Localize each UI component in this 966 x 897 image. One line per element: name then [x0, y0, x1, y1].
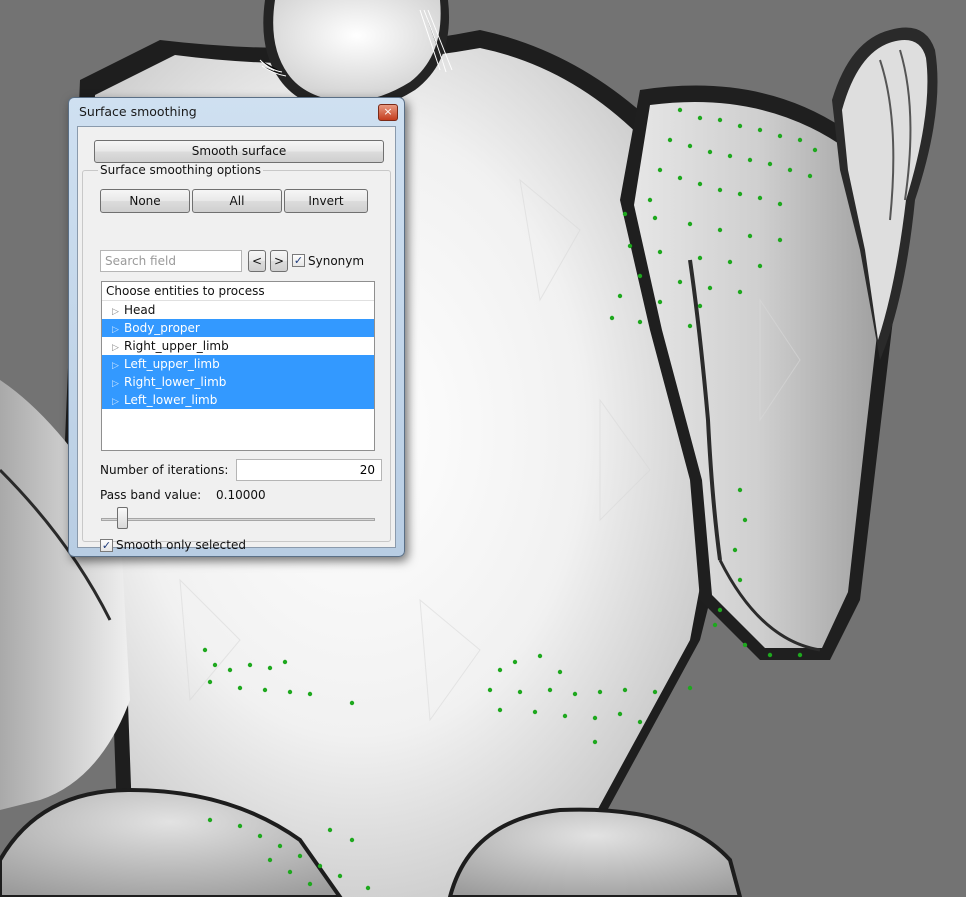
check-icon: ✓ [101, 539, 112, 552]
close-icon: × [383, 105, 393, 118]
tree-item-label: Right_upper_limb [124, 339, 229, 353]
group-label: Surface smoothing options [98, 163, 264, 177]
expand-triangle-icon[interactable]: ▷ [112, 393, 124, 411]
search-input[interactable]: Search field [100, 250, 242, 272]
dialog-title: Surface smoothing [79, 104, 197, 119]
smooth-only-selected-label: Smooth only selected [116, 538, 246, 552]
invert-button[interactable]: Invert [284, 189, 368, 213]
check-icon: ✓ [293, 254, 304, 267]
all-button[interactable]: All [192, 189, 282, 213]
pass-band-value: 0.10000 [216, 488, 266, 502]
tree-item-left-lower-limb[interactable]: ▷ Left_lower_limb [102, 391, 374, 409]
tree-item-label: Head [124, 303, 156, 317]
dialog-titlebar[interactable]: Surface smoothing × [69, 98, 404, 126]
smooth-surface-button[interactable]: Smooth surface [94, 140, 384, 163]
dialog-body: Smooth surface Surface smoothing options… [77, 126, 396, 552]
none-button[interactable]: None [100, 189, 190, 213]
pass-band-label: Pass band value: [100, 488, 202, 502]
tree-header: Choose entities to process [102, 282, 374, 301]
next-button[interactable]: > [270, 250, 288, 272]
tree-item-head[interactable]: ▷ Head [102, 301, 374, 319]
pass-band-slider-track[interactable] [101, 518, 375, 521]
tree-item-right-upper-limb[interactable]: ▷ Right_upper_limb [102, 337, 374, 355]
tree-item-right-lower-limb[interactable]: ▷ Right_lower_limb [102, 373, 374, 391]
entity-tree[interactable]: Choose entities to process ▷ Head ▷ Body_p… [101, 281, 375, 451]
tree-item-body-proper[interactable]: ▷ Body_proper [102, 319, 374, 337]
iterations-label: Number of iterations: [100, 463, 229, 477]
surface-smoothing-dialog[interactable]: Surface smoothing × Smooth surface Surfa… [68, 97, 405, 557]
iterations-input[interactable]: 20 [236, 459, 382, 481]
tree-item-label: Body_proper [124, 321, 200, 335]
smooth-only-selected-checkbox[interactable]: ✓ [100, 539, 113, 552]
previous-button[interactable]: < [248, 250, 266, 272]
synonym-checkbox[interactable]: ✓ [292, 254, 305, 267]
pass-band-slider-thumb[interactable] [116, 507, 128, 529]
tree-item-label: Left_upper_limb [124, 357, 220, 371]
close-button[interactable]: × [378, 104, 398, 121]
tree-item-label: Right_lower_limb [124, 375, 227, 389]
tree-item-label: Left_lower_limb [124, 393, 218, 407]
tree-item-left-upper-limb[interactable]: ▷ Left_upper_limb [102, 355, 374, 373]
synonym-label: Synonym [308, 254, 365, 268]
